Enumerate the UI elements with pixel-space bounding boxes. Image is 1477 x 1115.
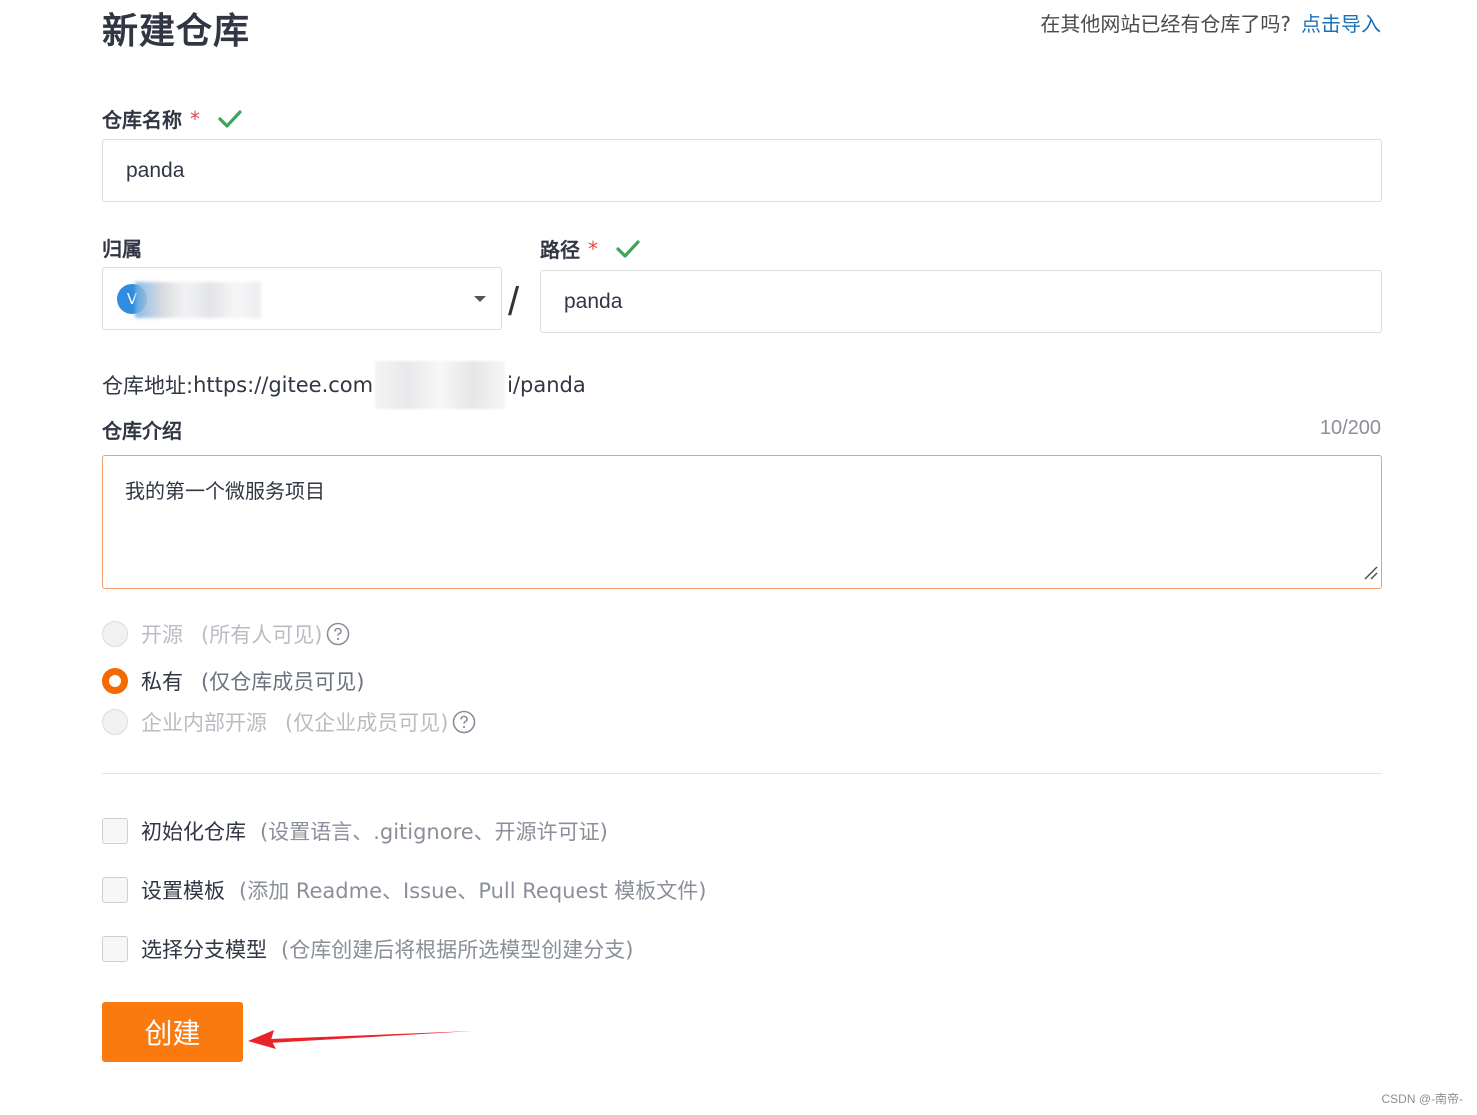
repo-name-label: 仓库名称 *: [102, 104, 242, 133]
init-repo-label: 初始化仓库: [141, 820, 246, 844]
visibility-public-label: 开源: [141, 623, 183, 647]
template-checkbox[interactable]: [102, 877, 128, 903]
valid-check-icon: [616, 239, 640, 259]
description-textarea[interactable]: 我的第一个微服务项目: [102, 455, 1382, 589]
redacted-owner-name: [135, 282, 261, 318]
page-title: 新建仓库: [102, 11, 251, 52]
description-value: 我的第一个微服务项目: [125, 479, 325, 503]
radio-private[interactable]: [102, 668, 128, 694]
owner-select[interactable]: V: [102, 267, 502, 330]
template-hint: (添加 Readme、Issue、Pull Request 模板文件): [239, 879, 707, 903]
owner-label: 归属: [102, 233, 142, 262]
visibility-private-hint: (仅仓库成员可见): [201, 670, 365, 694]
visibility-enterprise-option[interactable]: 企业内部开源 (仅企业成员可见): [102, 707, 476, 737]
repo-url-suffix: i/panda: [507, 373, 586, 397]
repo-name-value: panda: [126, 158, 185, 182]
template-option[interactable]: 设置模板 (添加 Readme、Issue、Pull Request 模板文件): [102, 875, 706, 905]
create-button[interactable]: 创建: [102, 1002, 243, 1062]
path-separator: /: [508, 280, 520, 324]
visibility-public-option[interactable]: 开源 (所有人可见): [102, 619, 350, 649]
branch-model-label: 选择分支模型: [141, 938, 267, 962]
new-repository-page: 新建仓库 在其他网站已经有仓库了吗? 点击导入 仓库名称 * panda 归属 V…: [0, 0, 1477, 1115]
redacted-url-segment: [375, 361, 506, 409]
description-label-text: 仓库介绍: [102, 419, 182, 443]
question-circle-icon[interactable]: [326, 622, 350, 646]
path-input[interactable]: panda: [540, 270, 1382, 333]
repo-name-label-text: 仓库名称: [102, 108, 182, 132]
resize-handle-icon[interactable]: [1362, 561, 1378, 585]
description-label: 仓库介绍: [102, 415, 182, 444]
path-label-text: 路径: [540, 238, 580, 262]
init-repo-option[interactable]: 初始化仓库 (设置语言、.gitignore、开源许可证): [102, 816, 608, 846]
repo-url-prefix: https://gitee.com: [193, 373, 374, 397]
path-value: panda: [564, 289, 623, 313]
repo-name-input[interactable]: panda: [102, 139, 1382, 202]
init-repo-checkbox[interactable]: [102, 818, 128, 844]
visibility-enterprise-label: 企业内部开源: [141, 711, 267, 735]
watermark: CSDN @-南帝-: [1381, 1092, 1463, 1106]
visibility-enterprise-hint: (仅企业成员可见): [285, 711, 449, 735]
required-mark: *: [190, 106, 200, 131]
radio-public[interactable]: [102, 621, 128, 647]
visibility-public-hint: (所有人可见): [201, 623, 323, 647]
import-hint: 在其他网站已经有仓库了吗? 点击导入: [1040, 8, 1381, 37]
import-hint-text: 在其他网站已经有仓库了吗?: [1040, 12, 1291, 36]
visibility-private-label: 私有: [141, 670, 183, 694]
owner-label-text: 归属: [102, 237, 142, 261]
repo-url-label: 仓库地址:: [102, 374, 194, 398]
section-divider: [102, 773, 1382, 774]
import-link[interactable]: 点击导入: [1301, 12, 1381, 36]
template-label: 设置模板: [141, 879, 225, 903]
description-counter: 10/200: [1319, 417, 1381, 439]
repo-url: 仓库地址: https://gitee.com i/panda: [102, 361, 586, 409]
branch-model-checkbox[interactable]: [102, 936, 128, 962]
chevron-down-icon: [474, 296, 486, 302]
branch-model-option[interactable]: 选择分支模型 (仓库创建后将根据所选模型创建分支): [102, 934, 633, 964]
annotation-arrow-icon: [248, 1030, 473, 1049]
radio-enterprise[interactable]: [102, 709, 128, 735]
question-circle-icon[interactable]: [452, 710, 476, 734]
visibility-private-option[interactable]: 私有 (仅仓库成员可见): [102, 666, 364, 696]
path-label: 路径 *: [540, 234, 640, 263]
valid-check-icon: [218, 109, 242, 129]
required-mark: *: [588, 236, 598, 261]
branch-model-hint: (仓库创建后将根据所选模型创建分支): [281, 938, 634, 962]
init-repo-hint: (设置语言、.gitignore、开源许可证): [260, 820, 608, 844]
